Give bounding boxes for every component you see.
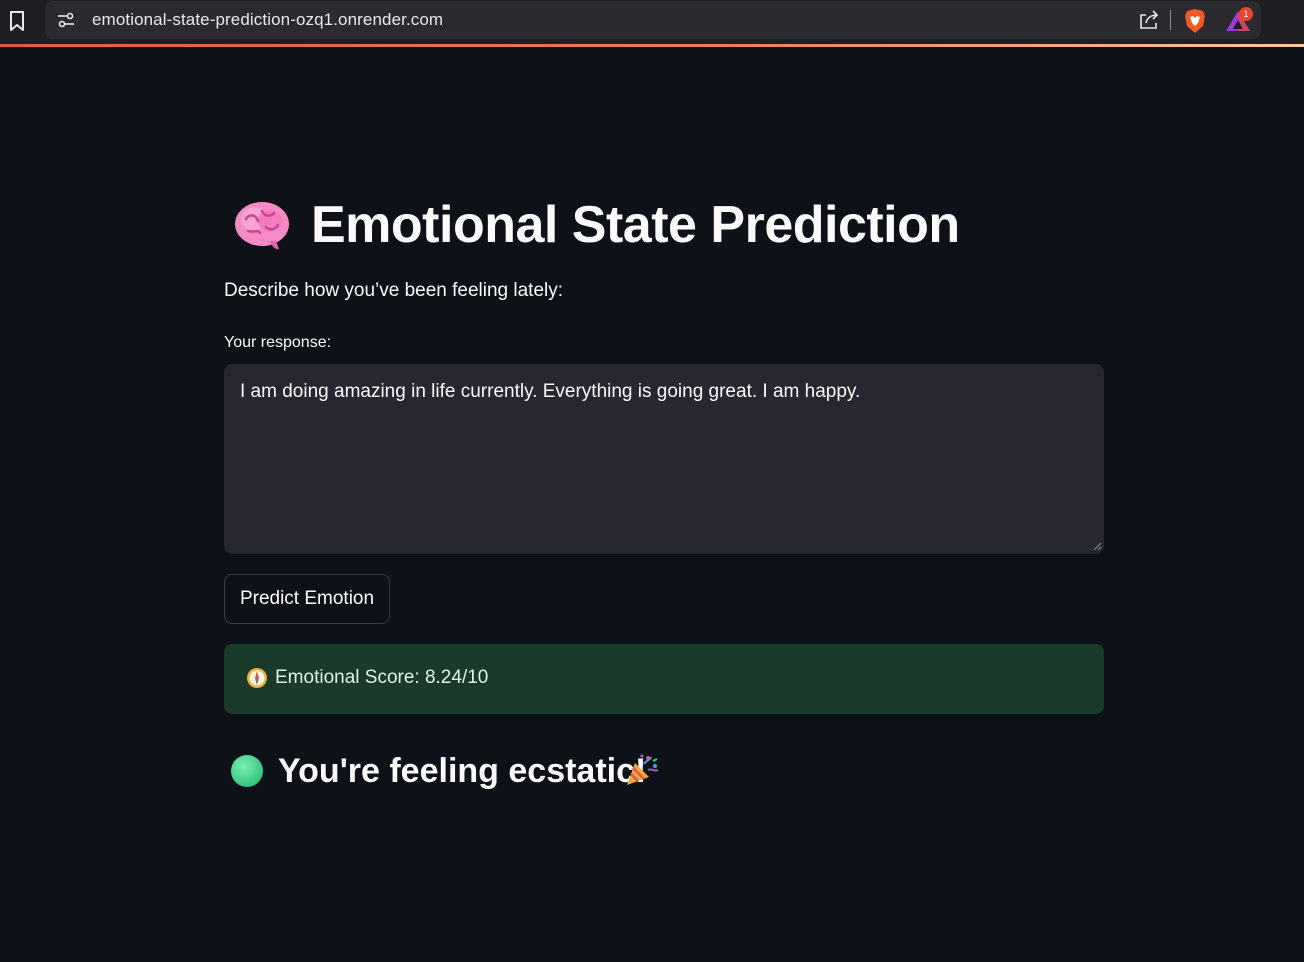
rewards-badge: 1 bbox=[1239, 7, 1253, 21]
browser-toolbar: emotional-state-prediction-ozq1.onrender… bbox=[0, 0, 1304, 47]
brave-shield-icon[interactable] bbox=[1183, 8, 1207, 34]
brave-rewards-icon[interactable]: 1 bbox=[1225, 7, 1253, 33]
result-text: You're feeling ecstatic! bbox=[278, 752, 647, 790]
green-circle-icon bbox=[231, 755, 263, 787]
response-textarea[interactable]: I am doing amazing in life currently. Ev… bbox=[224, 364, 1104, 554]
url-text[interactable]: emotional-state-prediction-ozq1.onrender… bbox=[92, 10, 443, 30]
page-title: Emotional State Prediction bbox=[311, 196, 960, 254]
score-text: Emotional Score: 8.24/10 bbox=[275, 667, 489, 688]
site-info-icon[interactable] bbox=[57, 11, 75, 29]
brain-icon bbox=[235, 202, 289, 250]
prompt-text: Describe how you’ve been feeling lately: bbox=[224, 280, 564, 301]
response-label: Your response: bbox=[224, 334, 332, 351]
party-popper-icon bbox=[627, 754, 659, 785]
score-alert: Emotional Score: 8.24/10 bbox=[224, 644, 1104, 714]
toolbar-divider bbox=[1170, 10, 1171, 30]
address-bar[interactable]: emotional-state-prediction-ozq1.onrender… bbox=[45, 1, 1261, 39]
resize-grip-icon[interactable] bbox=[1093, 542, 1102, 551]
page-load-indicator bbox=[0, 44, 1304, 47]
compass-icon bbox=[247, 668, 267, 688]
bookmark-icon[interactable] bbox=[8, 10, 26, 32]
share-icon[interactable] bbox=[1138, 9, 1160, 31]
predict-emotion-button[interactable]: Predict Emotion bbox=[224, 574, 390, 624]
